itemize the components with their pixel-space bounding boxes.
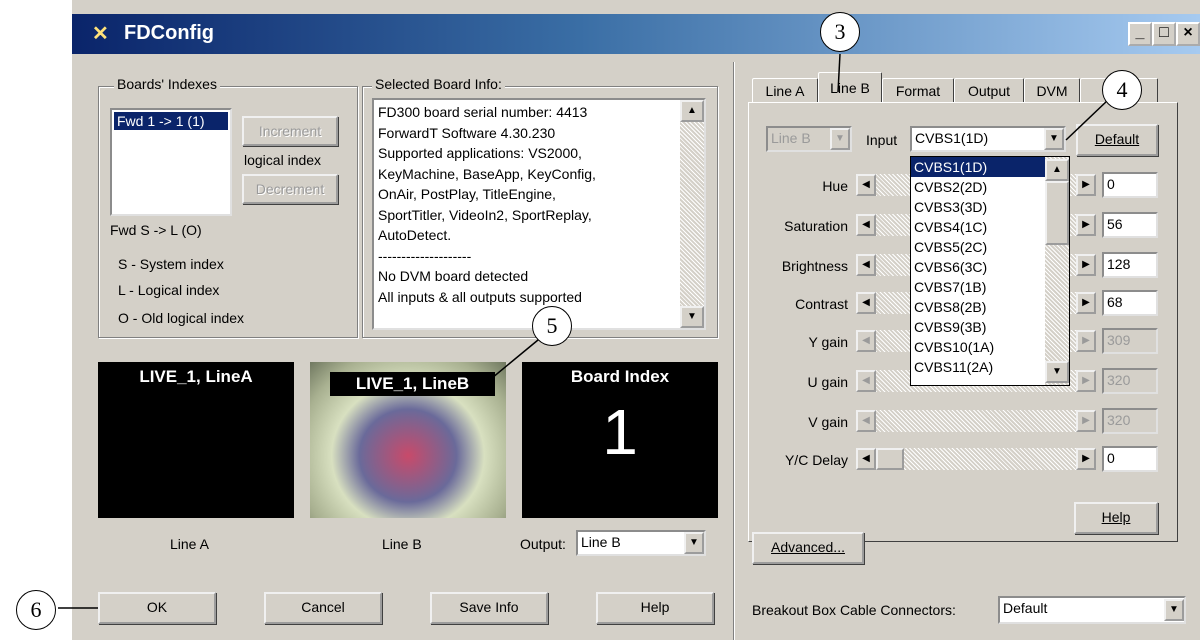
callout-3: 3 — [820, 12, 860, 52]
callout-5: 5 — [532, 306, 572, 346]
callout-4: 4 — [1102, 70, 1142, 110]
callout-lines — [58, 53, 1109, 609]
callout-6: 6 — [16, 590, 56, 630]
